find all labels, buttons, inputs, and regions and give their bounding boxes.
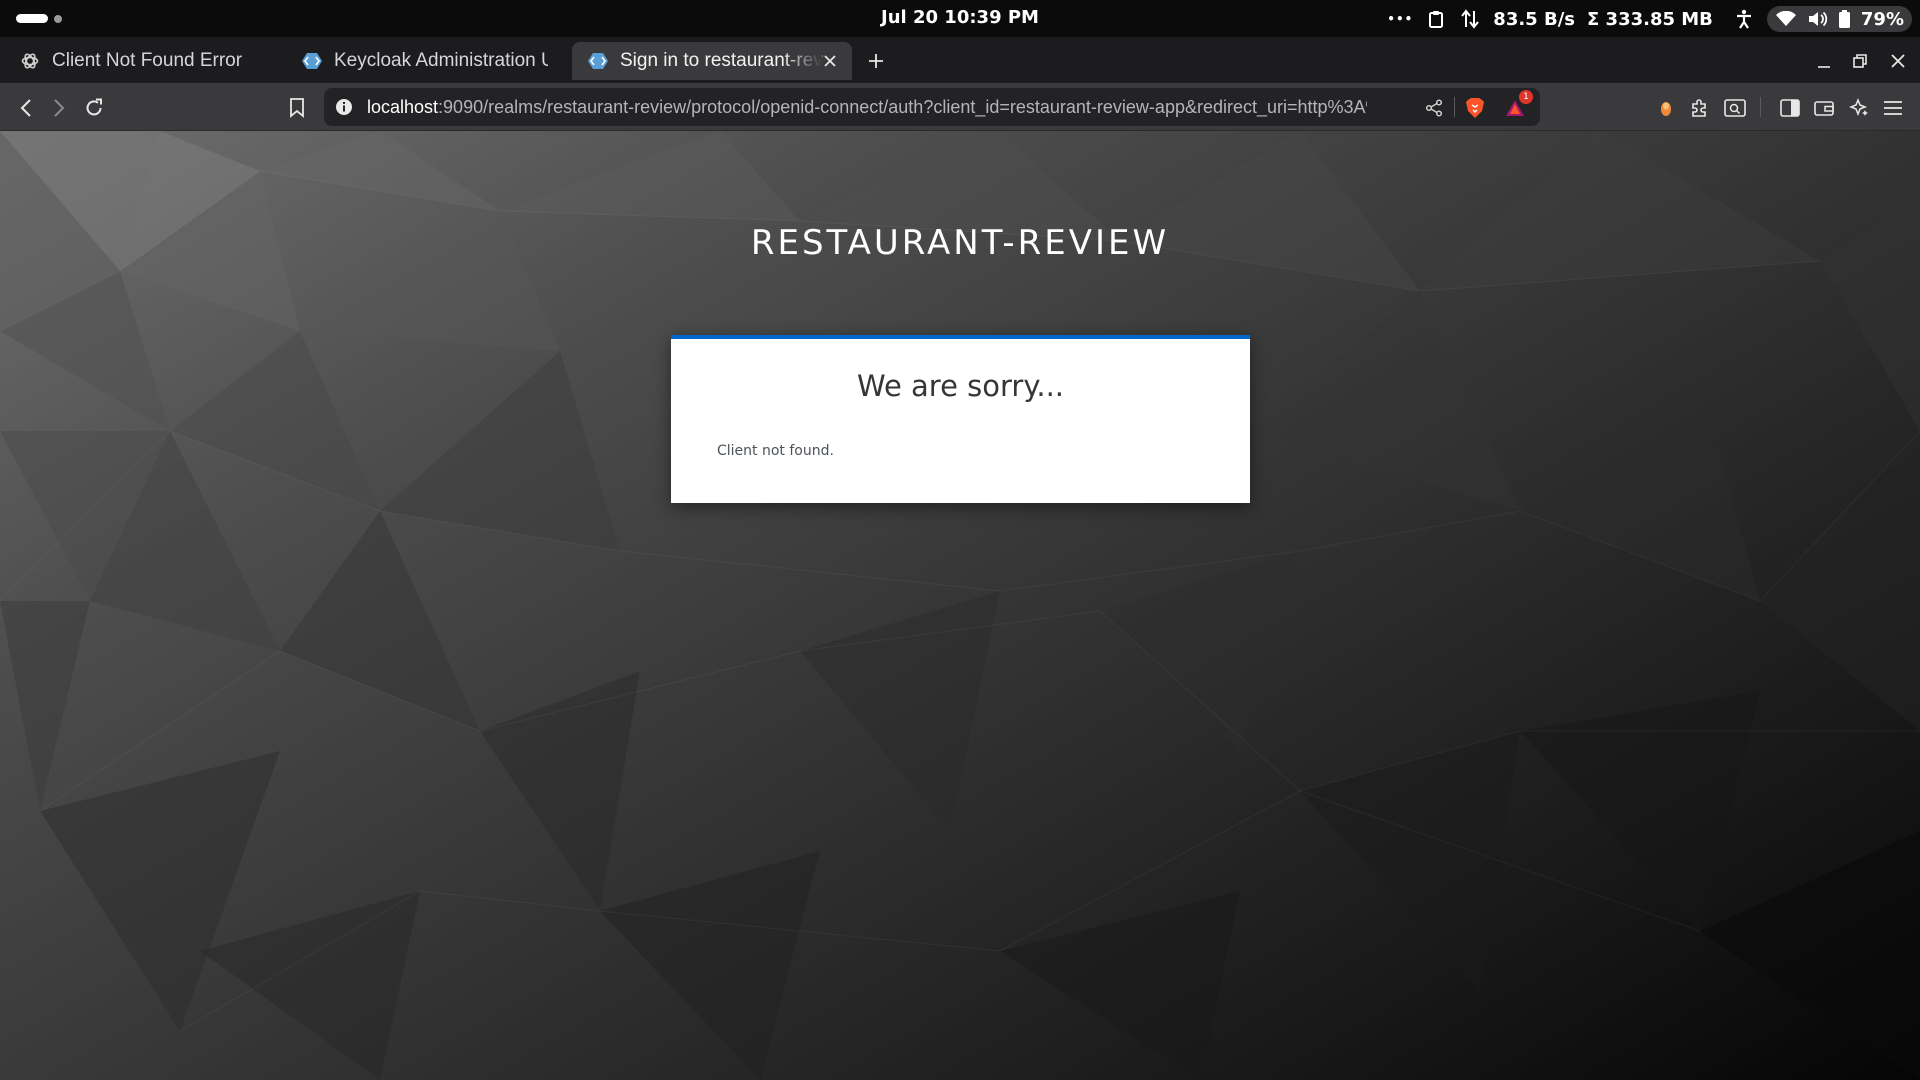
brave-shields-icon[interactable] (1463, 96, 1487, 120)
volume-icon (1807, 8, 1829, 30)
leo-ai-icon[interactable] (1846, 95, 1872, 121)
tab-title-fade (782, 42, 822, 80)
bookmark-icon[interactable] (284, 95, 310, 121)
browser-tab-strip: Client Not Found Error Keycloak Administ… (0, 37, 1920, 83)
keycloak-error-page: RESTAURANT-REVIEW We are sorry... Client… (0, 131, 1920, 1080)
tab-sign-in-restaurant-review[interactable]: Sign in to restaurant-rev (572, 42, 852, 80)
realm-title: RESTAURANT-REVIEW (750, 223, 1170, 263)
tab-title: Keycloak Administration UI (334, 50, 548, 71)
reload-button[interactable] (81, 95, 107, 121)
address-bar[interactable]: localhost:9090/realms/restaurant-review/… (324, 88, 1540, 126)
error-message: Client not found. (717, 443, 834, 459)
quick-settings-pill[interactable]: 79% (1766, 6, 1912, 32)
battery-percent: 79% (1860, 8, 1904, 30)
error-card-title: We are sorry... (856, 369, 1065, 403)
url-text[interactable]: localhost:9090/realms/restaurant-review/… (367, 97, 1367, 118)
site-info-icon[interactable] (335, 98, 353, 116)
tray-overflow-icon[interactable]: ••• (1387, 12, 1413, 26)
keycloak-icon (588, 51, 608, 71)
extension-orange-icon[interactable] (1653, 95, 1679, 121)
polygon-background (0, 131, 1920, 1080)
wallet-icon[interactable] (1811, 95, 1837, 121)
menu-hamburger-icon[interactable] (1880, 95, 1906, 121)
close-window-icon[interactable] (1886, 49, 1910, 73)
tab-title: Client Not Found Error (52, 50, 243, 71)
sidebar-toggle-icon[interactable] (1777, 95, 1803, 121)
forward-button[interactable] (46, 95, 72, 121)
toolbar-divider (1760, 97, 1761, 117)
brave-rewards-icon[interactable]: 1 (1503, 90, 1533, 120)
system-tray: ••• 83.5 B/s Σ 333.85 MB 79% (1387, 6, 1912, 32)
url-path: :9090/realms/restaurant-review/protocol/… (438, 97, 1367, 117)
close-tab-icon[interactable] (820, 51, 840, 71)
tab-keycloak-admin[interactable]: Keycloak Administration UI (286, 42, 562, 80)
error-card: We are sorry... Client not found. (671, 335, 1250, 503)
keycloak-icon (302, 51, 322, 71)
tab-client-not-found[interactable]: Client Not Found Error (4, 42, 274, 80)
battery-icon (1839, 8, 1851, 30)
os-top-bar: Jul 20 10:39 PM ••• 83.5 B/s Σ 333.85 MB… (0, 0, 1920, 37)
rewards-badge: 1 (1519, 90, 1533, 104)
back-button[interactable] (13, 95, 39, 121)
share-icon[interactable] (1422, 96, 1446, 120)
accessibility-icon[interactable] (1733, 8, 1755, 30)
network-speed: 83.5 B/s (1493, 8, 1575, 30)
browser-toolbar: localhost:9090/realms/restaurant-review/… (0, 83, 1920, 131)
screenshot-search-icon[interactable] (1722, 95, 1748, 121)
wifi-icon (1775, 8, 1797, 30)
new-tab-button[interactable] (862, 47, 890, 75)
network-arrows-icon[interactable] (1459, 8, 1481, 30)
restore-window-icon[interactable] (1848, 49, 1872, 73)
url-host: localhost (367, 97, 439, 117)
clipboard-icon[interactable] (1425, 8, 1447, 30)
minimize-window-icon[interactable] (1812, 49, 1836, 73)
extensions-puzzle-icon[interactable] (1687, 95, 1713, 121)
openai-icon (20, 51, 40, 71)
network-total: Σ 333.85 MB (1586, 8, 1713, 30)
url-divider (1454, 97, 1455, 117)
